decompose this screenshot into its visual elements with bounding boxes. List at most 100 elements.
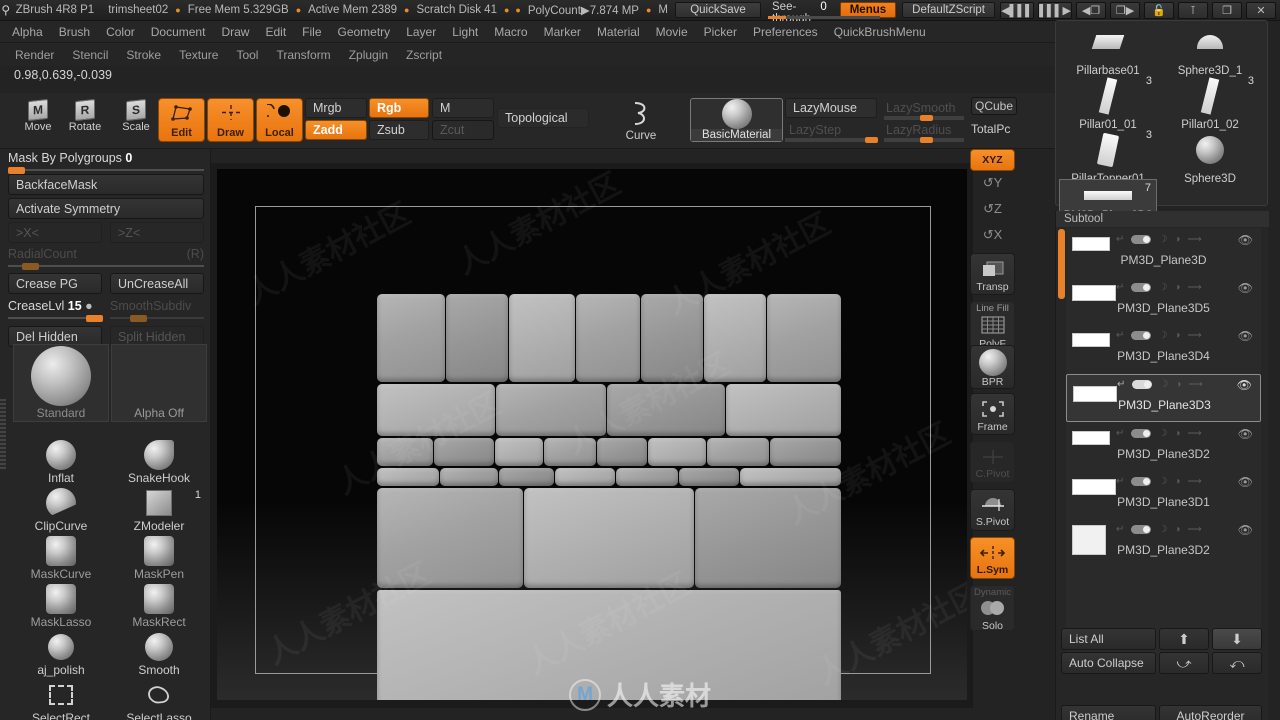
brush-inflat[interactable]: Inflat [13,439,109,486]
subtool-scrollbar[interactable] [1058,229,1065,299]
topological-button[interactable]: Topological [497,108,589,128]
subtool-visibility-toggle[interactable] [1132,380,1153,389]
stroke-curve-button[interactable]: Curve [612,98,670,142]
mask-by-polygroups-knob[interactable] [8,167,25,174]
edit-button[interactable]: Edit [158,98,205,142]
axis-y-button[interactable]: ↺Y [970,175,1015,191]
auto-reorder-button[interactable]: AutoReorder [1159,705,1262,720]
scale-button[interactable]: S Scale [114,97,158,133]
palette-item-zscript[interactable]: Zscript [397,46,451,64]
list-all-button[interactable]: List All [1061,628,1156,650]
subtool-eye-icon[interactable]: 👁 [1237,378,1252,392]
subtool-eye-icon[interactable]: 👁 [1238,427,1253,441]
smooth-subdiv-knob[interactable] [130,315,147,322]
subtool-polypaint-icon[interactable]: ⟶ [1187,282,1201,293]
subtool-row-5[interactable]: ↵ ☽ ◑ ⟶ 👁 PM3D_Plane3D2 [1066,424,1261,472]
menu-item-document[interactable]: Document [143,23,214,41]
subtool-polypaint-icon[interactable]: ⟶ [1187,524,1201,535]
subtool-arrow-icon[interactable]: ↵ [1116,282,1124,293]
brush-smooth[interactable]: Smooth [111,631,207,678]
lazystep-slider[interactable]: LazyStep [785,120,878,143]
subtool-row-3[interactable]: ↵ ☽ ◑ ⟶ 👁 PM3D_Plane3D4 [1066,326,1261,374]
subtool-eye-icon[interactable]: 👁 [1238,329,1253,343]
tray-left-icon[interactable]: ◀▌▌▌ [1000,1,1034,19]
subtool-eye-icon[interactable]: 👁 [1238,233,1253,247]
menu-item-brush[interactable]: Brush [51,23,98,41]
brush-clipcurve[interactable]: ClipCurve [13,487,109,534]
rgb-button[interactable]: Rgb [369,98,429,118]
menu-item-quickbrushmenu[interactable]: QuickBrushMenu [826,23,934,41]
activate-symmetry-button[interactable]: Activate Symmetry [8,198,204,219]
lazyradius-knob[interactable] [920,137,933,143]
zadd-button[interactable]: Zadd [305,120,367,140]
clear-pivot-button[interactable]: C.Pivot [970,441,1015,483]
crease-lvl-knob[interactable] [86,315,103,322]
menu-item-movie[interactable]: Movie [648,23,696,41]
subtool-polypaint-icon[interactable]: ⟶ [1187,234,1201,245]
subtool-visibility-toggle[interactable] [1131,235,1152,244]
subtool-eye-icon[interactable]: 👁 [1238,281,1253,295]
move-button[interactable]: M Move [16,97,60,133]
subtool-half-icon[interactable]: ☽ [1159,379,1168,390]
subtool-row-2[interactable]: ↵ ☽ ◑ ⟶ 👁 PM3D_Plane3D5 [1066,278,1261,326]
subtool-visibility-toggle[interactable] [1131,331,1152,340]
prev-doc-icon[interactable]: ◀❐ [1076,1,1106,19]
smooth-subdiv-slider[interactable]: SmoothSubdiv [110,299,204,322]
polyframe-button[interactable]: Line Fill PolyF [970,301,1015,351]
menu-item-macro[interactable]: Macro [486,23,535,41]
subtool-arrow-icon[interactable]: ↵ [1116,428,1124,439]
lazysmooth-slider[interactable]: LazySmooth [884,98,964,121]
subtool-polypaint-icon[interactable]: ⟶ [1187,476,1201,487]
frame-button[interactable]: Frame [970,393,1015,435]
menu-item-color[interactable]: Color [98,23,143,41]
transparency-button[interactable]: Transp [970,253,1015,295]
axis-xyz-button[interactable]: XYZ [970,149,1015,171]
split-out-button[interactable]: ⤻ [1159,652,1209,674]
bpr-button[interactable]: BPR [970,345,1015,389]
auto-collapse-button[interactable]: Auto Collapse [1061,652,1156,674]
subtool-visibility-toggle[interactable] [1131,477,1152,486]
subtool-arrow-icon[interactable]: ↵ [1116,476,1124,487]
default-zscript-button[interactable]: DefaultZScript [902,2,995,18]
subtool-row-7[interactable]: ↵ ☽ ◑ ⟶ 👁 PM3D_Plane3D2 [1066,520,1261,568]
rotate-button[interactable]: R Rotate [63,97,107,133]
draw-button[interactable]: Draw [207,98,254,142]
viewport-canvas[interactable]: ↻ 人人素材社区 人人素材社区 人人素材社区 人人素材社区 人人素材社区 人人素… [217,169,967,700]
subtool-contrast-icon[interactable]: ◑ [1174,234,1180,245]
subtool-eye-icon[interactable]: 👁 [1238,475,1253,489]
brush-selectlasso[interactable]: SelectLasso [111,679,207,720]
menu-item-light[interactable]: Light [444,23,486,41]
subtool-arrow-icon[interactable]: ↵ [1116,234,1124,245]
mrgb-button[interactable]: Mrgb [305,98,367,118]
crease-lvl-slider[interactable]: CreaseLvl 15 ● [8,299,103,322]
menu-item-picker[interactable]: Picker [696,23,745,41]
tool-pillarbase01[interactable]: Pillarbase01 [1059,19,1157,77]
palette-item-stencil[interactable]: Stencil [63,46,117,64]
subtool-arrow-icon[interactable]: ↵ [1116,524,1124,535]
subtool-contrast-icon[interactable]: ◑ [1174,524,1180,535]
subtool-eye-icon[interactable]: 👁 [1238,523,1253,537]
tray-right-icon[interactable]: ▌▌▌▶ [1038,1,1072,19]
palette-item-stroke[interactable]: Stroke [117,46,170,64]
subtool-row-6[interactable]: ↵ ☽ ◑ ⟶ 👁 PM3D_Plane3D1 [1066,472,1261,520]
radial-count-knob[interactable] [22,263,39,270]
brush-maskcurve[interactable]: MaskCurve [13,535,109,582]
zcut-button[interactable]: Zcut [432,120,494,140]
set-pivot-button[interactable]: S.Pivot [970,489,1015,531]
close-icon[interactable]: ✕ [1246,1,1276,19]
panel-resize-handle[interactable] [0,399,6,469]
brush-ajpolish[interactable]: aj_polish [13,631,109,678]
quicksave-button[interactable]: QuickSave [675,2,762,18]
material-button[interactable]: BasicMaterial [690,98,783,142]
alpha-off[interactable]: Alpha Off [111,344,207,422]
move-up-button[interactable]: ⬆ [1159,628,1209,650]
palette-item-transform[interactable]: Transform [267,46,339,64]
subtool-polypaint-icon[interactable]: ⟶ [1187,330,1201,341]
merge-in-button[interactable]: ⤺ [1212,652,1262,674]
backface-mask-button[interactable]: BackfaceMask [8,174,204,195]
solo-button[interactable]: Dynamic Solo [970,585,1015,632]
next-doc-icon[interactable]: ❐▶ [1110,1,1140,19]
subtool-visibility-toggle[interactable] [1131,283,1152,292]
brush-snakehook[interactable]: SnakeHook [111,439,207,486]
subtool-half-icon[interactable]: ☽ [1158,476,1167,487]
